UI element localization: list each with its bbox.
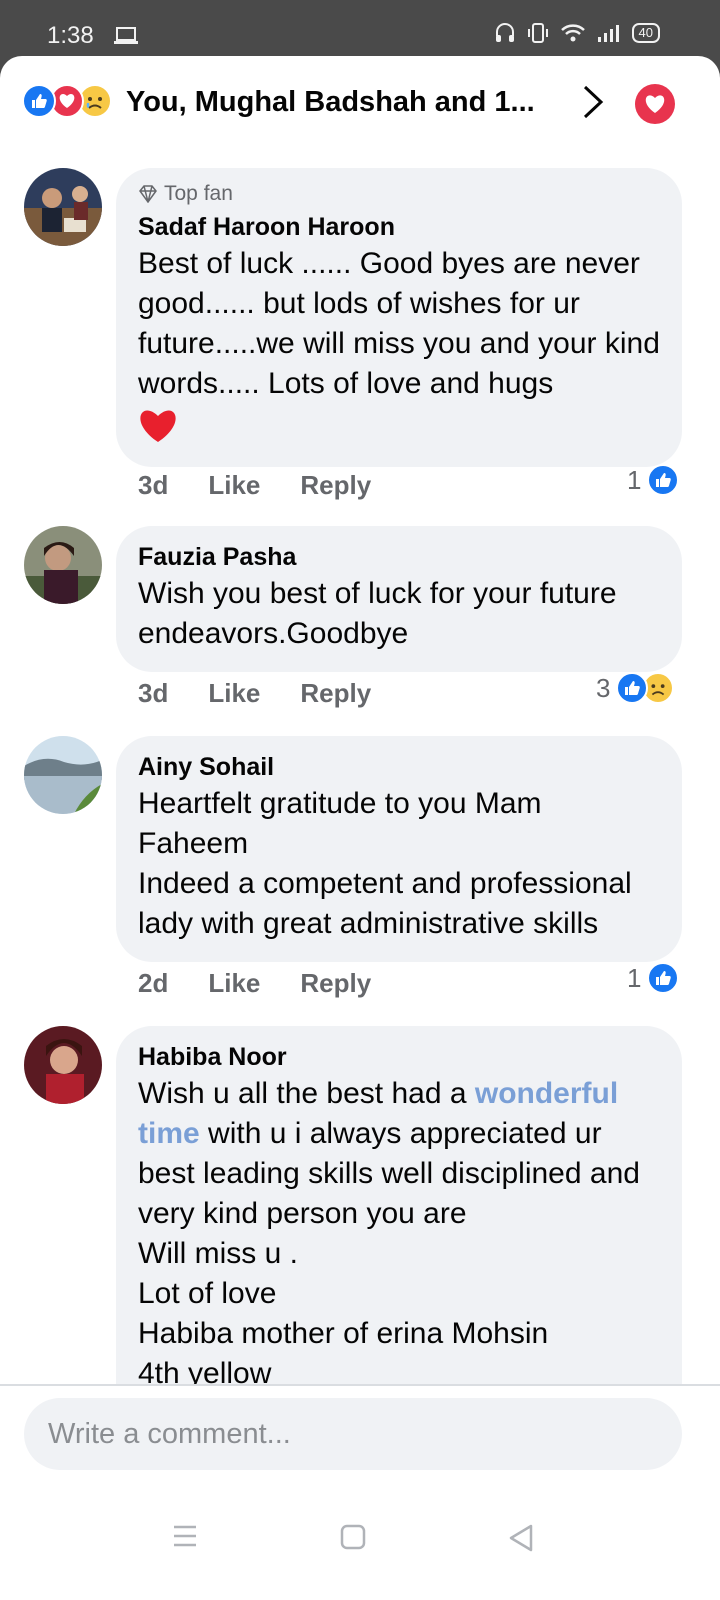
- reactions-header[interactable]: You, Mughal Badshah and 1...: [0, 56, 720, 148]
- reaction-count[interactable]: 1: [627, 962, 680, 994]
- comment-text-end: with u i always appreciated ur best lead…: [138, 1117, 640, 1230]
- reaction-icons: [22, 84, 122, 120]
- system-nav-bar: [0, 1496, 720, 1600]
- comment-text-line: Faheem: [138, 827, 249, 860]
- comment-bubble: Ainy Sohail Heartfelt gratitude to you M…: [116, 736, 682, 962]
- reaction-count[interactable]: 3: [596, 672, 676, 704]
- comment-text-line: Heartfelt gratitude to you Mam: [138, 787, 542, 820]
- back-icon[interactable]: [508, 1524, 534, 1557]
- status-bar: 1:38 40: [0, 0, 720, 62]
- reaction-icons: [616, 672, 676, 704]
- home-icon[interactable]: [340, 1524, 366, 1555]
- comment-text-start: Wish u all the best had a: [138, 1077, 475, 1110]
- reaction-count-value: 3: [596, 672, 611, 703]
- chevron-right-icon[interactable]: [582, 84, 604, 125]
- reply-button[interactable]: Reply: [300, 470, 371, 501]
- top-fan-badge: Top fan: [138, 182, 660, 206]
- comment-actions: 2d Like Reply: [138, 968, 371, 999]
- comment-item: Habiba Noor Wish u all the best had a wo…: [0, 1026, 720, 1384]
- heart-emoji-icon: [138, 408, 660, 449]
- reply-button[interactable]: Reply: [300, 678, 371, 709]
- wifi-icon: [560, 24, 585, 42]
- comment-text: Best of luck ...... Good byes are never …: [138, 247, 660, 400]
- comment-bubble: Fauzia Pasha Wish you best of luck for y…: [116, 526, 682, 672]
- avatar[interactable]: [24, 526, 102, 604]
- like-reaction-icon: [22, 84, 56, 118]
- comment-actions: 3d Like Reply: [138, 470, 371, 501]
- headset-icon: [495, 23, 514, 42]
- comment-text: Wish u all the best had a wonderful time…: [138, 1074, 660, 1234]
- comment-text-line: 4th yellow: [138, 1357, 272, 1384]
- comment-author[interactable]: Sadaf Haroon Haroon: [138, 210, 660, 244]
- like-reaction-icon: [647, 464, 680, 496]
- comment-time: 3d: [138, 678, 169, 708]
- avatar[interactable]: [24, 168, 102, 246]
- battery-indicator: 40: [631, 23, 660, 43]
- composer-divider: [0, 1384, 720, 1386]
- laptop-icon: [113, 27, 139, 50]
- diamond-icon: [139, 185, 157, 203]
- love-reaction-button[interactable]: [635, 84, 675, 124]
- system-icons: 40: [494, 22, 660, 44]
- comment-text-line: Lot of love: [138, 1277, 277, 1310]
- comment-author[interactable]: Fauzia Pasha: [138, 540, 660, 574]
- heart-icon: [645, 95, 665, 113]
- like-button[interactable]: Like: [208, 968, 260, 999]
- comment-actions: 3d Like Reply: [138, 678, 371, 709]
- comment-author[interactable]: Ainy Sohail: [138, 750, 660, 784]
- badge-label: Top fan: [164, 182, 233, 205]
- like-button[interactable]: Like: [208, 678, 260, 709]
- comment-composer[interactable]: [24, 1398, 682, 1470]
- reaction-count[interactable]: 1: [627, 464, 680, 496]
- comment-author[interactable]: Habiba Noor: [138, 1040, 660, 1074]
- comment-text-line: Will miss u .: [138, 1237, 298, 1270]
- comment-text-line: Habiba mother of erina Mohsin: [138, 1317, 549, 1350]
- comment-bubble: Top fan Sadaf Haroon Haroon Best of luck…: [116, 168, 682, 467]
- like-button[interactable]: Like: [208, 470, 260, 501]
- reaction-count-value: 1: [627, 464, 642, 495]
- avatar[interactable]: [24, 1026, 102, 1104]
- avatar[interactable]: [24, 736, 102, 814]
- comment-text-line: Indeed a competent and professional lady…: [138, 867, 632, 940]
- menu-icon[interactable]: [172, 1524, 198, 1553]
- comment-bubble: Habiba Noor Wish u all the best had a wo…: [116, 1026, 682, 1384]
- comment-text: Wish you best of luck for your future en…: [138, 577, 617, 650]
- reply-button[interactable]: Reply: [300, 968, 371, 999]
- reaction-count-value: 1: [627, 962, 642, 993]
- signal-icon: [597, 25, 619, 42]
- like-reaction-icon: [647, 962, 680, 994]
- comment-time: 3d: [138, 470, 169, 500]
- comment-time: 2d: [138, 968, 169, 998]
- comment-input[interactable]: [24, 1398, 682, 1470]
- status-time: 1:38: [47, 22, 94, 49]
- comments-sheet: You, Mughal Badshah and 1... Top fan Sad…: [0, 56, 720, 1600]
- reactors-summary[interactable]: You, Mughal Badshah and 1...: [126, 86, 535, 119]
- vibrate-icon: [527, 23, 548, 43]
